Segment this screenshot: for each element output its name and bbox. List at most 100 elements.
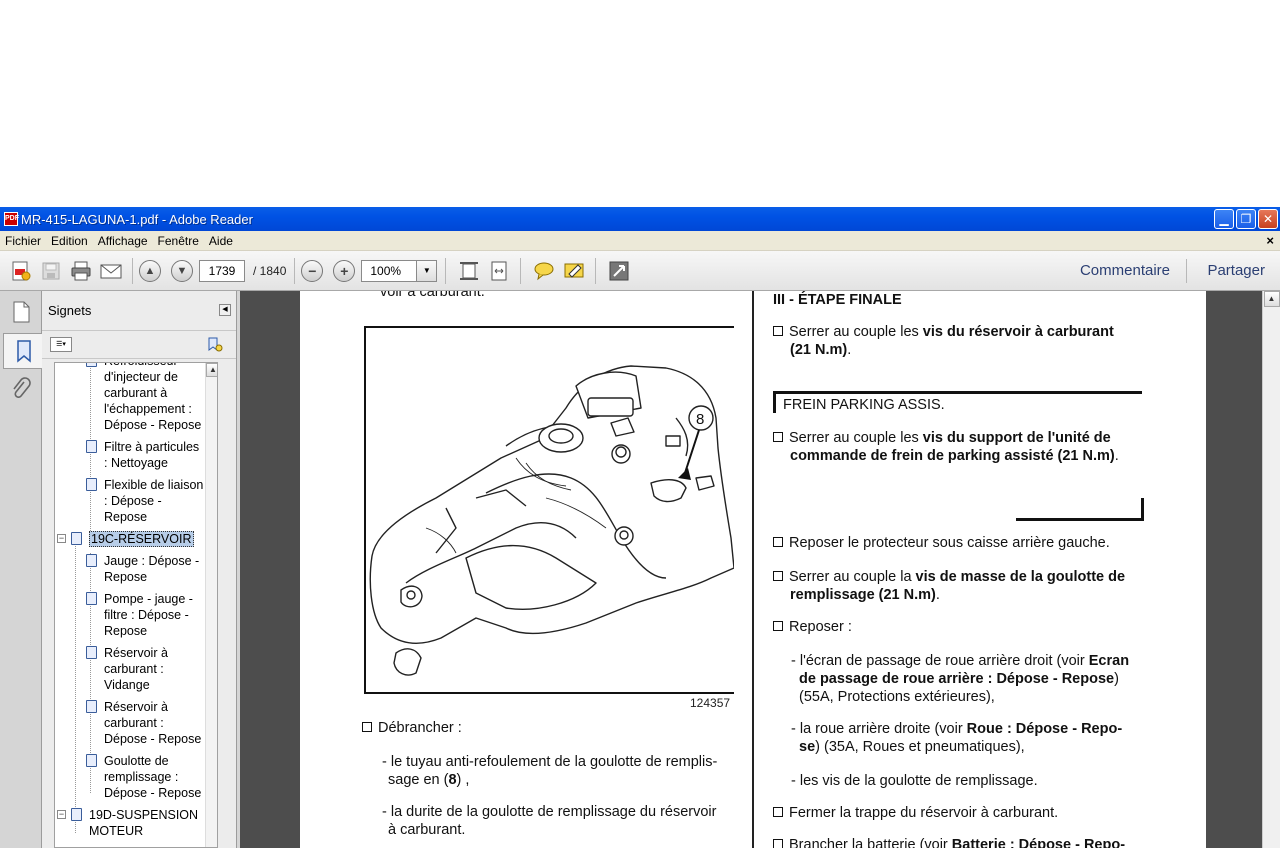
zoom-select[interactable]: 100% ▼	[361, 259, 438, 282]
fullscreen-button[interactable]	[606, 258, 632, 284]
bookmark-item[interactable]: − 19D-SUSPENSION MOTEUR	[55, 807, 205, 839]
step-bold: vis du support de l'unité de	[922, 430, 1111, 446]
step-bold: vis de masse de la goulotte de	[915, 569, 1126, 585]
bookmark-label: Jauge : Dépose - Repose	[104, 554, 200, 584]
restore-icon: ❐	[1240, 212, 1252, 226]
step-line: remplissage (21 N.m).	[773, 586, 1148, 604]
comment-button[interactable]	[531, 258, 557, 284]
step-text: Brancher la batterie (voir	[789, 837, 952, 848]
find-bookmark-button[interactable]	[206, 336, 224, 359]
step-3: Reposer le protecteur sous caisse arrièr…	[773, 534, 1148, 552]
step-text: .	[847, 342, 852, 358]
collapse-toggle-icon[interactable]: −	[57, 810, 66, 819]
list-ref: 8	[448, 772, 457, 788]
section-rule	[773, 391, 1142, 394]
restore-button[interactable]: ❐	[1236, 209, 1256, 229]
list-text: )	[1114, 671, 1119, 687]
bookmark-label: Pompe - jauge - filtre : Dépose - Repose	[104, 592, 193, 638]
list-line: se) (35A, Roues et pneumatiques),	[791, 738, 1151, 756]
list-text: ) ,	[456, 772, 470, 788]
zoom-in-button[interactable]: +	[333, 259, 356, 282]
close-button[interactable]: ✕	[1258, 209, 1278, 229]
list-bold: Roue : Dépose - Repo-	[966, 721, 1123, 737]
paperclip-icon	[13, 377, 31, 398]
bookmark-icon	[71, 808, 82, 821]
bookmark-item[interactable]: Refroidisseur d'injecteur de carburant à…	[55, 363, 205, 433]
text-fragment: voir à carburant.	[380, 291, 485, 300]
zoom-out-button[interactable]: −	[301, 259, 324, 282]
bookmarks-scrollbar[interactable]: ▲	[205, 363, 217, 847]
navigation-pane-icons	[0, 291, 43, 848]
bookmark-item[interactable]: Jauge : Dépose - Repose	[55, 553, 205, 585]
adobe-reader-window: PDF MR-415-LAGUNA-1.pdf - Adobe Reader ▁…	[0, 207, 1280, 848]
bookmark-label: Refroidisseur d'injecteur de carburant à…	[104, 363, 202, 432]
checkbox-bullet-icon	[773, 571, 783, 581]
bookmarks-panel-button[interactable]	[3, 333, 43, 369]
bookmarks-header: Signets ◀	[42, 291, 236, 331]
bookmark-item[interactable]: Réservoir à carburant : Vidange	[55, 645, 205, 693]
fit-page-button[interactable]	[456, 258, 482, 284]
bookmark-item[interactable]: Filtre à particules : Nettoyage	[55, 439, 205, 471]
options-menu-button[interactable]: ☰▾	[50, 337, 72, 352]
checkbox-bullet-icon	[773, 537, 783, 547]
page-number-input[interactable]	[199, 259, 245, 282]
title-bar[interactable]: PDF MR-415-LAGUNA-1.pdf - Adobe Reader ▁…	[0, 207, 1280, 231]
fuel-tank-illustration: 8	[369, 365, 734, 676]
pages-panel-button[interactable]	[3, 294, 39, 330]
bookmark-icon	[86, 754, 97, 767]
checkbox-bullet-icon	[362, 722, 372, 732]
expand-icon	[609, 261, 629, 280]
save-button[interactable]	[38, 258, 64, 284]
arrow-up-icon: ▲	[144, 264, 156, 277]
commentaire-link[interactable]: Commentaire	[1080, 251, 1170, 291]
step-5: Reposer :	[773, 618, 1148, 636]
step-1: Serrer au couple les vis du réservoir à …	[773, 323, 1148, 359]
menu-fenetre[interactable]: Fenêtre	[153, 234, 204, 248]
document-close-button[interactable]: ×	[1266, 233, 1274, 248]
next-page-button[interactable]: ▼	[171, 259, 193, 282]
email-button[interactable]	[98, 258, 124, 284]
step-bold: (21 N.m)	[790, 342, 848, 358]
bookmark-label: Filtre à particules : Nettoyage	[104, 440, 200, 470]
step-line: (21 N.m).	[773, 341, 1148, 359]
bookmark-item[interactable]: Réservoir à carburant : Dépose - Repose	[55, 699, 205, 747]
step-bold: remplissage (21 N.m)	[790, 587, 936, 603]
section-heading: III - ÉTAPE FINALE	[773, 292, 902, 308]
fit-width-button[interactable]	[486, 258, 512, 284]
collapse-panel-icon[interactable]: ◀	[219, 304, 231, 316]
step-bold: Batterie : Dépose - Repo-	[951, 837, 1126, 848]
create-pdf-icon	[12, 261, 31, 280]
close-icon: ✕	[1262, 212, 1274, 226]
attachments-panel-button[interactable]	[3, 372, 39, 408]
bookmark-item-selected[interactable]: − 19C-RÉSERVOIR	[55, 531, 205, 547]
bookmark-item[interactable]: Goulotte de remplissage : Dépose - Repos…	[55, 753, 205, 801]
arrow-down-icon: ▼	[176, 264, 188, 277]
collapse-toggle-icon[interactable]: −	[57, 534, 66, 543]
bookmark-item[interactable]: Flexible de liaison : Dépose - Repose	[55, 477, 205, 525]
bookmark-item[interactable]: Pompe - jauge - filtre : Dépose - Repose	[55, 591, 205, 639]
minimize-button[interactable]: ▁	[1214, 209, 1234, 229]
envelope-icon	[100, 264, 122, 278]
section-label: FREIN PARKING ASSIS.	[783, 397, 945, 413]
menu-edition[interactable]: Edition	[46, 234, 93, 248]
bookmarks-tree: Refroidisseur d'injecteur de carburant à…	[54, 362, 218, 848]
scroll-up-icon[interactable]: ▲	[206, 363, 217, 377]
chevron-down-icon[interactable]: ▼	[416, 260, 437, 281]
print-button[interactable]	[68, 258, 94, 284]
list-item-2: - la durite de la goulotte de remplissag…	[382, 803, 742, 839]
printer-icon	[71, 261, 91, 280]
scroll-up-icon[interactable]: ▲	[1263, 291, 1280, 307]
step-text: Débrancher :	[378, 720, 462, 736]
menu-aide[interactable]: Aide	[204, 234, 238, 248]
document-scrollbar[interactable]: ▲	[1262, 291, 1280, 848]
list-text: - l'écran de passage de roue arrière dro…	[791, 653, 1089, 669]
step-text: .	[1114, 448, 1119, 464]
menu-affichage[interactable]: Affichage	[93, 234, 153, 248]
bookmark-label: Réservoir à carburant : Vidange	[104, 646, 168, 692]
highlight-button[interactable]	[561, 258, 587, 284]
menu-fichier[interactable]: Fichier	[0, 234, 46, 248]
previous-page-button[interactable]: ▲	[139, 259, 161, 282]
list-bold: de passage de roue arrière : Dépose - Re…	[799, 671, 1115, 687]
create-pdf-button[interactable]	[8, 258, 34, 284]
partager-link[interactable]: Partager	[1207, 251, 1265, 291]
